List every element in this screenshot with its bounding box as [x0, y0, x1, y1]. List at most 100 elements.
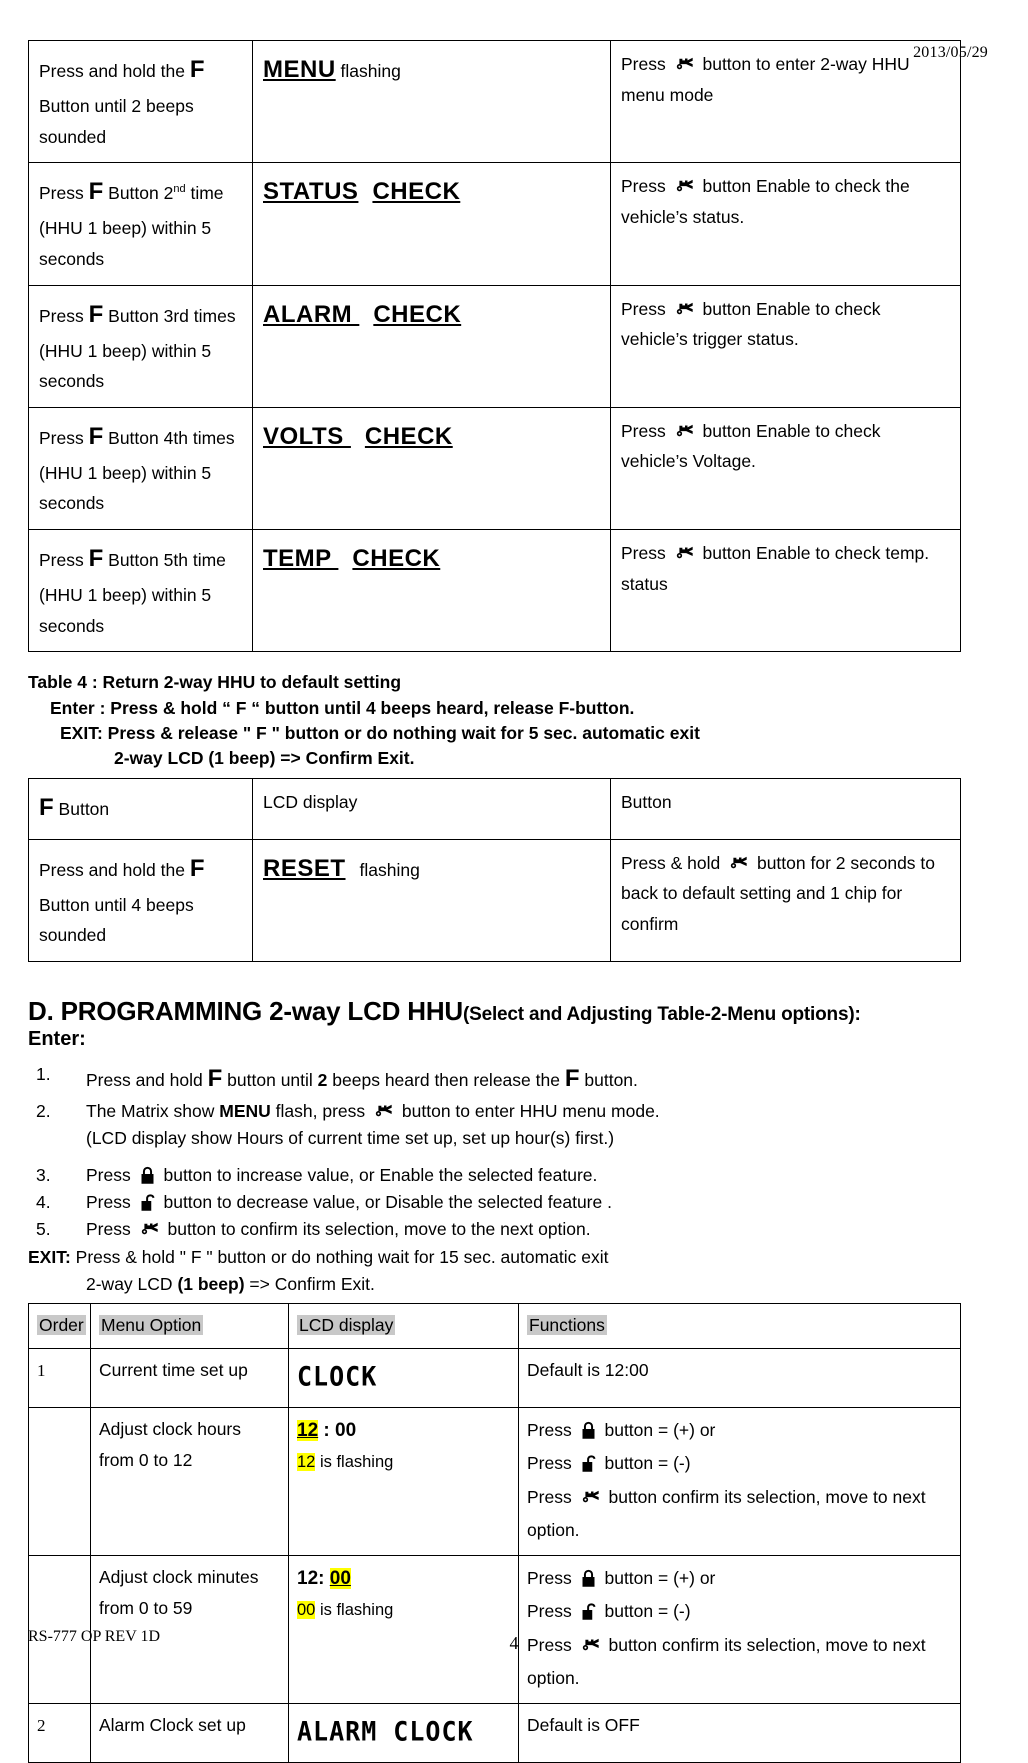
remote-key-icon: [139, 1221, 160, 1238]
f-button-text-tail: Button 5th: [108, 550, 188, 570]
f-symbol: F: [207, 1065, 223, 1092]
header-button: Button: [610, 777, 961, 840]
header-functions: Functions: [518, 1302, 961, 1350]
function-cell: Press button Enable to check the vehicle…: [610, 162, 961, 286]
lcd-flash-value: 12: [297, 1453, 316, 1472]
table-header-row: F Button LCD display Button: [28, 777, 961, 840]
lcd-display-cell: ALARM CHECK: [252, 284, 611, 408]
list-item: 5. Press button to confirm its selection…: [28, 1216, 1000, 1242]
remote-key-icon: [674, 301, 695, 318]
lcd-display-cell: TEMP CHECK: [252, 528, 611, 653]
f-button-text-tail: Button until 2 beeps sounded: [39, 96, 194, 147]
function-line: Press button = (+) or: [527, 1414, 952, 1447]
step-number: 4.: [36, 1191, 51, 1212]
function-post-text: button Enable to check temp. status: [621, 543, 930, 594]
exit-confirm-post: => Confirm Exit.: [249, 1273, 375, 1294]
padlock-open-icon: [581, 1602, 596, 1621]
lcd-word: MENU: [263, 56, 336, 83]
header-menu-option-label: Menu Option: [99, 1314, 204, 1335]
lcd-segment-text: CLOCK: [297, 1361, 378, 1393]
f-button-text: Press: [39, 550, 84, 570]
lcd-time-rest: : 00: [318, 1420, 357, 1442]
table-row: Press F Button 3rd times (HHU 1 beep) wi…: [28, 284, 961, 408]
table-row: Press F Button 2nd time (HHU 1 beep) wit…: [28, 162, 961, 286]
order-cell: 2: [28, 1703, 91, 1763]
padlock-closed-icon: [140, 1166, 155, 1185]
footer-page-number: 4: [509, 1633, 519, 1653]
order-number: 2: [37, 1716, 46, 1736]
step2-note: (LCD display show Hours of current time …: [86, 1128, 615, 1149]
order-number: 1: [37, 1361, 46, 1381]
f-symbol: F: [88, 545, 104, 572]
function-cell: Press button Enable to check vehicle’s V…: [610, 406, 961, 531]
f-button-cell: Press F Button 5th time (HHU 1 beep) wit…: [28, 528, 253, 653]
lcd-flash-note: 12 is flashing: [297, 1448, 510, 1477]
function-line: Press button = (-): [527, 1595, 952, 1628]
f-symbol: F: [88, 178, 104, 206]
step-text: Press: [86, 1219, 131, 1239]
lcd-segment-text: ALARM CLOCK: [297, 1716, 474, 1747]
step-text: The Matrix show: [86, 1101, 215, 1121]
list-item: 2. The Matrix show MENU flash, press but…: [28, 1098, 1000, 1124]
f-button-text: Press: [39, 183, 84, 204]
function-line: Press button = (-): [527, 1447, 952, 1480]
function-pre-text: Press: [621, 54, 666, 74]
lcd-word-2: CHECK: [372, 178, 461, 206]
exit-label: EXIT:: [28, 1247, 71, 1268]
padlock-closed-icon: [581, 1421, 596, 1440]
functions-cell: Press button = (+) or Press button = (-)…: [518, 1407, 961, 1557]
programming-steps-cont: 3. Press button to increase value, or En…: [28, 1162, 1000, 1243]
exit-confirm-line: 2-way LCD (1 beep) => Confirm Exit.: [28, 1271, 1000, 1297]
f-symbol: F: [39, 793, 54, 821]
f-button-text-tail: Button 4th: [108, 427, 188, 448]
lcd-flash-text: is flashing: [315, 1453, 394, 1472]
list-item: 1. Press and hold F button until 2 beeps…: [28, 1061, 1000, 1097]
padlock-open-icon: [140, 1193, 155, 1212]
table-row: Press and hold the F Button until 4 beep…: [28, 838, 961, 963]
f-button-cell: Press and hold the F Button until 2 beep…: [28, 39, 253, 164]
functions-cell: Default is OFF: [518, 1703, 961, 1763]
f-button-cell: Press F Button 3rd times (HHU 1 beep) wi…: [28, 284, 253, 408]
function-pre-text: Press: [527, 1453, 572, 1474]
header-order-label: Order: [37, 1314, 86, 1335]
step-text: Press: [86, 1191, 131, 1212]
menu-option-cell: Adjust clock hours from 0 to 12: [90, 1407, 289, 1557]
table4-exit-line: EXIT: Press & release " F " button or do…: [60, 723, 700, 743]
function-pre-text: Press: [527, 1486, 572, 1507]
step-text-post: button to confirm its selection, move to…: [167, 1219, 591, 1239]
table4-confirm-line: 2-way LCD (1 beep) => Confirm Exit.: [114, 748, 415, 769]
lcd-display-cell: CLOCK: [288, 1348, 519, 1409]
function-pre-text: Press: [527, 1568, 572, 1589]
function-pre-text: Press: [621, 420, 666, 441]
function-pre-text: Press: [527, 1420, 572, 1441]
step-text-post: button to decrease value, or Disable the…: [163, 1191, 612, 1212]
menu-option-cell: Current time set up: [90, 1348, 289, 1409]
f-button-cell: Press and hold the F Button until 4 beep…: [28, 838, 253, 963]
function-post-text: button = (+) or: [604, 1568, 716, 1589]
order-cell: 1: [28, 1348, 91, 1409]
lcd-word: ALARM: [263, 300, 360, 328]
step-emphasis: MENU: [219, 1101, 271, 1121]
function-line: Press button = (+) or: [527, 1562, 952, 1595]
lcd-display-cell: MENU flashing: [252, 39, 611, 164]
lcd-flashing-value: 00: [329, 1568, 351, 1590]
f-button-text-tail: Button until 4 beeps sounded: [39, 894, 194, 946]
function-pre-text: Press: [621, 298, 666, 319]
lcd-flash-text: is flashing: [315, 1601, 394, 1620]
menu-option-cell: Alarm Clock set up: [90, 1703, 289, 1763]
document-date: 2013/05/29: [913, 44, 988, 61]
reset-default-table: F Button LCD display Button Press and ho…: [28, 777, 961, 963]
step-text-post: beeps heard then release the: [332, 1070, 560, 1090]
ordinal-suffix: nd: [173, 183, 186, 196]
lcd-time-pre: 12:: [297, 1568, 330, 1590]
remote-key-icon: [580, 1489, 601, 1506]
f-button-text: Press and hold the: [39, 61, 185, 81]
function-pre-text: Press & hold: [621, 852, 721, 873]
remote-key-icon: [728, 855, 749, 872]
f-button-text: Press: [39, 305, 84, 326]
function-pre-text: Press: [527, 1601, 572, 1622]
table-row: 2 Alarm Clock set up ALARM CLOCK Default…: [28, 1703, 961, 1763]
function-pre-text: Press: [621, 543, 666, 563]
exit-line: EXIT: Press & hold " F " button or do no…: [28, 1244, 1000, 1270]
remote-key-icon: [674, 56, 695, 73]
